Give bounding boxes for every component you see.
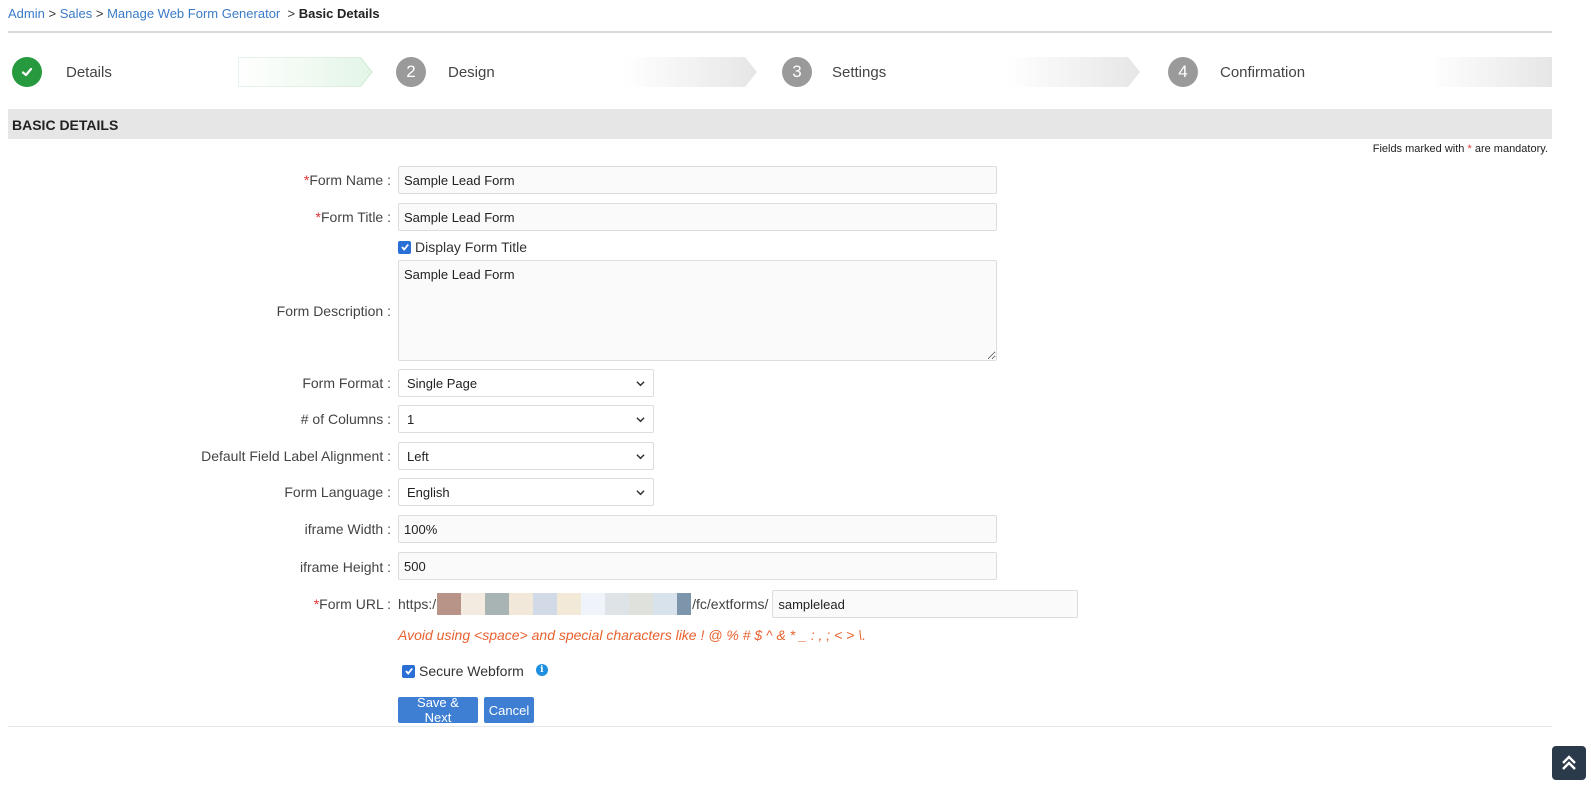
checkbox-checked-icon[interactable] [398,240,411,254]
wizard-step-settings[interactable]: 3 Settings [778,55,886,89]
wizard-step-details[interactable]: Details [8,55,112,89]
form-url-label-text: Form URL : [319,596,391,612]
section-header: BASIC DETAILS [8,109,1552,139]
wizard-step-label: Details [66,63,112,81]
breadcrumb-sales-link[interactable]: Sales [60,6,93,21]
step-number: 3 [782,57,812,87]
label-alignment-label: Default Field Label Alignment : [201,448,391,464]
form-name-label-text: Form Name : [309,172,391,188]
form-title-input[interactable] [398,203,997,231]
wizard-steps: Details 2 Design 3 Settings 4 Confirmati… [8,55,1552,89]
iframe-height-label: iframe Height : [299,559,391,575]
wizard-step-4-progress-bar [1428,57,1552,87]
section-title: BASIC DETAILS [12,117,119,133]
label-alignment-value: Left [407,448,429,464]
step-number: 4 [1168,57,1198,87]
form-language-label: Form Language : [284,484,391,500]
chevron-down-icon [636,489,645,495]
wizard-step-confirmation[interactable]: 4 Confirmation [1164,55,1305,89]
form-name-label: *Form Name : [304,172,391,188]
display-form-title-label: Display Form Title [415,239,528,255]
cancel-button[interactable]: Cancel [484,697,534,723]
wizard-step-label: Settings [832,63,887,81]
iframe-width-label: iframe Width : [304,521,391,537]
form-format-label: Form Format : [302,375,391,391]
columns-select[interactable]: 1 [398,405,654,433]
breadcrumb-admin-link[interactable]: Admin [8,6,45,21]
check-icon [12,57,42,87]
wizard-step-2-progress-arrow [623,57,757,87]
wizard-step-label: Design [448,63,495,81]
form-language-value: English [407,484,450,500]
url-warning-text: Avoid using <space> and special characte… [398,627,866,643]
step-number: 2 [396,57,426,87]
breadcrumb-separator: > [95,6,104,21]
wizard-step-design[interactable]: 2 Design [392,55,495,89]
breadcrumb-current: Basic Details [298,6,380,21]
info-icon[interactable]: i [535,664,548,676]
form-title-label-text: Form Title : [320,209,391,225]
chevron-down-icon [636,453,645,459]
mandatory-note-suffix: are mandatory. [1474,143,1548,155]
mandatory-note: Fields marked with * are mandatory. [1373,143,1548,155]
url-prefix: https:/ [398,596,437,612]
form-url-slug-input[interactable] [772,590,1079,618]
display-form-title-checkbox[interactable]: Display Form Title [398,239,527,255]
wizard-step-label: Confirmation [1220,63,1306,81]
iframe-height-input[interactable] [398,552,997,580]
form-format-value: Single Page [407,375,478,391]
chevron-down-icon [636,416,645,422]
url-path: /fc/extforms/ [692,596,769,612]
breadcrumb-separator: > [48,6,57,21]
double-chevron-up-icon [1562,755,1576,770]
required-star: * [1467,143,1472,155]
redacted-domain [437,593,692,615]
form-format-select[interactable]: Single Page [398,369,654,397]
columns-value: 1 [407,411,415,427]
breadcrumb-web-form-generator-link[interactable]: Manage Web Form Generator [107,6,280,21]
form-name-input[interactable] [398,166,997,194]
form-description-label: Form Description : [276,303,391,319]
secure-webform-label: Secure Webform [419,663,524,679]
form-url-row: https:/ /fc/extforms/ [398,590,1079,618]
secure-webform-checkbox[interactable]: Secure Webform i [402,663,548,679]
form-language-select[interactable]: English [398,478,654,506]
checkbox-checked-icon[interactable] [402,664,415,678]
form-description-textarea[interactable]: Sample Lead Form [398,260,997,361]
wizard-step-3-progress-arrow [1006,57,1140,87]
iframe-width-input[interactable] [398,515,997,543]
form-url-label: *Form URL : [314,596,391,612]
footer-divider [8,726,1552,727]
wizard-step-1-progress-arrow [238,57,373,87]
label-alignment-select[interactable]: Left [398,442,654,470]
columns-label: # of Columns : [300,411,391,427]
header-divider [8,31,1552,33]
breadcrumb: Admin > Sales > Manage Web Form Generato… [8,6,380,21]
chevron-down-icon [636,380,645,386]
breadcrumb-separator: > [287,6,296,21]
scroll-to-top-button[interactable] [1552,746,1586,780]
form-title-label: *Form Title : [316,209,391,225]
save-next-button[interactable]: Save & Next [398,695,478,725]
mandatory-note-prefix: Fields marked with [1372,143,1465,155]
